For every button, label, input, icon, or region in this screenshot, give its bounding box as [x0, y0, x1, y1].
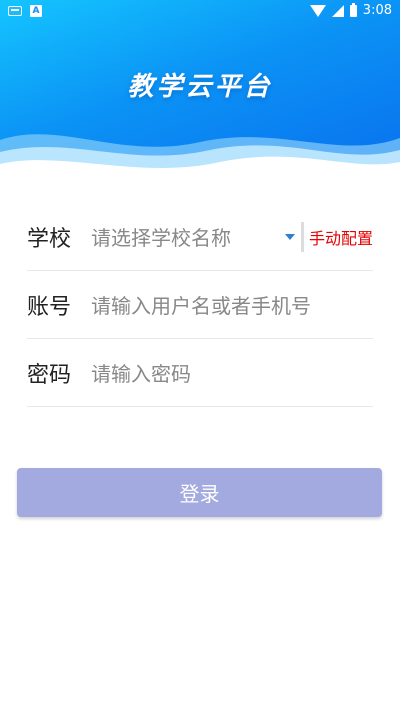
password-row: 密码 请输入密码: [27, 339, 373, 407]
status-time: 3:08: [362, 3, 392, 18]
school-select[interactable]: 请选择学校名称: [91, 222, 285, 251]
status-left-icons: A: [8, 5, 42, 17]
a-icon: A: [30, 5, 42, 17]
battery-icon: [349, 2, 357, 17]
login-form: 学校 请选择学校名称 手动配置 账号 请输入用户名或者手机号 密码 请输入密码: [27, 203, 373, 407]
school-row: 学校 请选择学校名称 手动配置: [27, 203, 373, 271]
keyboard-icon: [8, 6, 22, 16]
login-button[interactable]: 登录: [17, 468, 382, 517]
wave-decoration: [0, 134, 400, 180]
password-label: 密码: [27, 362, 72, 388]
signal-icon: [331, 4, 344, 17]
account-input[interactable]: 请输入用户名或者手机号: [91, 290, 373, 319]
status-bar: A 3:08: [0, 0, 400, 24]
school-label: 学校: [27, 226, 72, 252]
vertical-divider: [300, 221, 304, 252]
status-right-icons: 3:08: [309, 2, 392, 18]
account-row: 账号 请输入用户名或者手机号: [27, 271, 373, 339]
wifi-icon: [309, 4, 326, 17]
account-label: 账号: [27, 294, 72, 320]
header-banner: 教学云平台: [0, 0, 400, 180]
manual-config-link[interactable]: 手动配置: [309, 225, 373, 249]
password-input[interactable]: 请输入密码: [91, 358, 373, 387]
dropdown-arrow-icon[interactable]: [284, 233, 295, 240]
app-title: 教学云平台: [127, 72, 273, 102]
